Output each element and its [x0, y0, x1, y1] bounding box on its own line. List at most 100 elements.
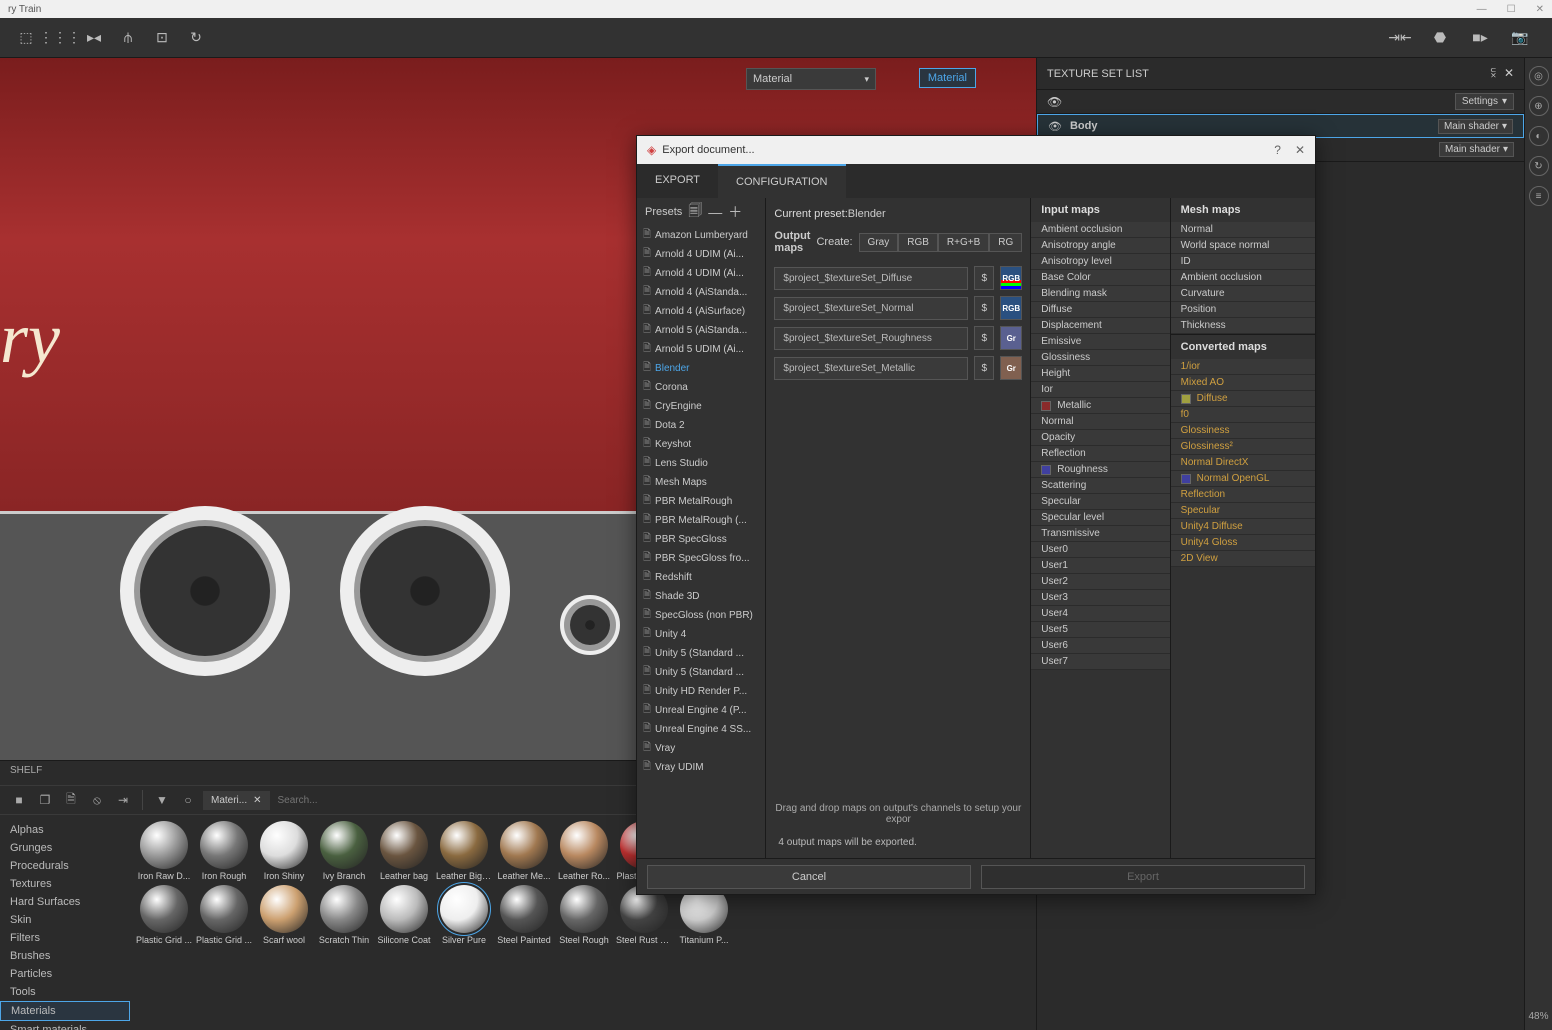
preset-add-icon[interactable]: ＋: [728, 202, 742, 222]
preset-item[interactable]: 🗎PBR SpecGloss fro...: [637, 549, 765, 568]
output-name-field[interactable]: $project_$textureSet_Metallic: [774, 357, 968, 380]
converted-map-item[interactable]: Mixed AO: [1171, 375, 1315, 391]
material-item[interactable]: Silicone Coat: [376, 885, 432, 945]
shader-dropdown[interactable]: Main shader ▾: [1438, 119, 1513, 134]
input-map-item[interactable]: User5: [1031, 622, 1169, 638]
input-map-item[interactable]: User0: [1031, 542, 1169, 558]
input-map-item[interactable]: User2: [1031, 574, 1169, 590]
variable-button[interactable]: $: [974, 266, 994, 290]
preset-item[interactable]: 🗎SpecGloss (non PBR): [637, 606, 765, 625]
converted-map-item[interactable]: Diffuse: [1171, 391, 1315, 407]
tool-bbox-icon[interactable]: ⬚: [12, 24, 40, 52]
channel-swatch[interactable]: Gr: [1000, 356, 1022, 380]
preset-item[interactable]: 🗎Corona: [637, 378, 765, 397]
shelf-save-icon[interactable]: 🗎: [60, 789, 82, 811]
preset-item[interactable]: 🗎Arnold 5 (AiStanda...: [637, 321, 765, 340]
input-map-item[interactable]: Roughness: [1031, 462, 1169, 478]
shelf-category[interactable]: Materials: [0, 1001, 130, 1021]
converted-map-item[interactable]: Normal OpenGL: [1171, 471, 1315, 487]
variable-button[interactable]: $: [974, 356, 994, 380]
preset-item[interactable]: 🗎Dota 2: [637, 416, 765, 435]
mesh-map-item[interactable]: Normal: [1171, 222, 1315, 238]
material-item[interactable]: Silver Pure: [436, 885, 492, 945]
tool-frame-icon[interactable]: ⊡: [148, 24, 176, 52]
converted-map-item[interactable]: 1/ior: [1171, 359, 1315, 375]
input-map-item[interactable]: Ambient occlusion: [1031, 222, 1169, 238]
converted-map-item[interactable]: 2D View: [1171, 551, 1315, 567]
preset-item[interactable]: 🗎Vray UDIM: [637, 758, 765, 777]
material-item[interactable]: Iron Rough: [196, 821, 252, 881]
preset-item[interactable]: 🗎Unreal Engine 4 (P...: [637, 701, 765, 720]
sidetool-target-icon[interactable]: ◎: [1529, 66, 1549, 86]
shelf-filter-icon[interactable]: ▼: [151, 789, 173, 811]
shelf-category[interactable]: Hard Surfaces: [0, 893, 130, 911]
input-map-item[interactable]: Diffuse: [1031, 302, 1169, 318]
close-icon[interactable]: ✕: [253, 795, 261, 806]
material-item[interactable]: Leather bag: [376, 821, 432, 881]
material-item[interactable]: Plastic Grid ...: [196, 885, 252, 945]
input-map-item[interactable]: Height: [1031, 366, 1169, 382]
tool-grid-icon[interactable]: ⋮⋮⋮: [46, 24, 74, 52]
preset-item[interactable]: 🗎Arnold 4 (AiStanda...: [637, 283, 765, 302]
input-map-item[interactable]: User1: [1031, 558, 1169, 574]
preset-item[interactable]: 🗎Keyshot: [637, 435, 765, 454]
input-map-item[interactable]: User6: [1031, 638, 1169, 654]
converted-map-item[interactable]: Specular: [1171, 503, 1315, 519]
input-map-item[interactable]: Glossiness: [1031, 350, 1169, 366]
input-map-item[interactable]: Scattering: [1031, 478, 1169, 494]
input-map-item[interactable]: Reflection: [1031, 446, 1169, 462]
shelf-category[interactable]: Grunges: [0, 839, 130, 857]
shelf-category[interactable]: Smart materials: [0, 1021, 130, 1030]
cancel-button[interactable]: Cancel: [647, 865, 971, 889]
material-item[interactable]: Leather Ro...: [556, 821, 612, 881]
input-map-item[interactable]: Displacement: [1031, 318, 1169, 334]
tool-symmetry-icon[interactable]: ▸◂: [80, 24, 108, 52]
mesh-map-item[interactable]: World space normal: [1171, 238, 1315, 254]
window-minimize-icon[interactable]: —: [1477, 4, 1487, 15]
input-map-item[interactable]: Specular level: [1031, 510, 1169, 526]
shelf-hide-icon[interactable]: ⦸: [86, 789, 108, 811]
variable-button[interactable]: $: [974, 326, 994, 350]
tool-history-icon[interactable]: ↻: [182, 24, 210, 52]
preset-item[interactable]: 🗎CryEngine: [637, 397, 765, 416]
shelf-tab[interactable]: Materi... ✕: [203, 791, 270, 810]
mesh-map-item[interactable]: Position: [1171, 302, 1315, 318]
sidetool-layers-icon[interactable]: ◐: [1529, 126, 1549, 146]
tool-mirror-icon[interactable]: ⇥⇤: [1386, 24, 1414, 52]
input-map-item[interactable]: Ior: [1031, 382, 1169, 398]
mesh-map-item[interactable]: Thickness: [1171, 318, 1315, 334]
output-name-field[interactable]: $project_$textureSet_Roughness: [774, 327, 968, 350]
output-name-field[interactable]: $project_$textureSet_Normal: [774, 297, 968, 320]
input-map-item[interactable]: Normal: [1031, 414, 1169, 430]
mesh-map-item[interactable]: Curvature: [1171, 286, 1315, 302]
preset-item[interactable]: 🗎PBR MetalRough (...: [637, 511, 765, 530]
preset-remove-icon[interactable]: —: [708, 204, 722, 220]
create-map-button[interactable]: RG: [989, 233, 1022, 252]
window-maximize-icon[interactable]: ☐: [1507, 4, 1516, 15]
tab-export[interactable]: EXPORT: [637, 164, 718, 198]
preset-item[interactable]: 🗎Unity HD Render P...: [637, 682, 765, 701]
preset-item[interactable]: 🗎Amazon Lumberyard: [637, 226, 765, 245]
preset-item[interactable]: 🗎Unity 5 (Standard ...: [637, 663, 765, 682]
material-item[interactable]: Iron Raw D...: [136, 821, 192, 881]
dialog-titlebar[interactable]: ◈ Export document... ? ✕: [637, 136, 1315, 164]
converted-map-item[interactable]: f0: [1171, 407, 1315, 423]
tool-cube-icon[interactable]: ⬣: [1426, 24, 1454, 52]
input-map-item[interactable]: User4: [1031, 606, 1169, 622]
shelf-category[interactable]: Textures: [0, 875, 130, 893]
preset-item[interactable]: 🗎Mesh Maps: [637, 473, 765, 492]
dialog-help-icon[interactable]: ?: [1274, 143, 1281, 157]
shelf-category[interactable]: Tools: [0, 983, 130, 1001]
tool-video-icon[interactable]: ■▸: [1466, 24, 1494, 52]
material-item[interactable]: Plastic Grid ...: [136, 885, 192, 945]
preset-item[interactable]: 🗎Lens Studio: [637, 454, 765, 473]
create-map-button[interactable]: Gray: [859, 233, 899, 252]
input-map-item[interactable]: User3: [1031, 590, 1169, 606]
shelf-category[interactable]: Procedurals: [0, 857, 130, 875]
preset-item[interactable]: 🗎Redshift: [637, 568, 765, 587]
shelf-category[interactable]: Skin: [0, 911, 130, 929]
input-map-item[interactable]: Opacity: [1031, 430, 1169, 446]
material-item[interactable]: Leather Me...: [496, 821, 552, 881]
material-item[interactable]: Iron Shiny: [256, 821, 312, 881]
output-name-field[interactable]: $project_$textureSet_Diffuse: [774, 267, 968, 290]
